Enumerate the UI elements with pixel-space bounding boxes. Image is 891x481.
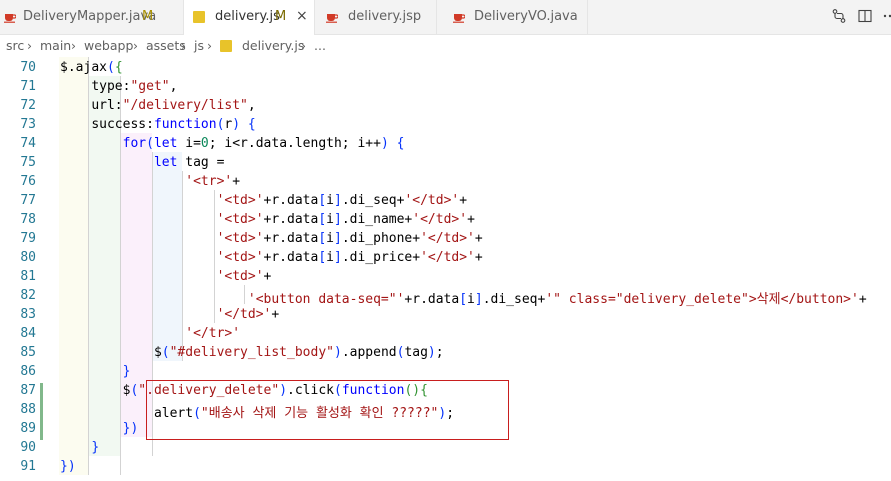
code-line[interactable]: } (29, 364, 131, 379)
breadcrumb-item-webapp[interactable]: webapp (84, 38, 133, 53)
breadcrumb-separator: › (207, 38, 212, 53)
breadcrumb-separator: › (181, 38, 186, 53)
compare-changes-icon[interactable] (831, 8, 847, 28)
breadcrumb: src › main › webapp › assets › js › delivery.js ›..… (0, 35, 891, 57)
breadcrumb-item-src[interactable]: src (6, 38, 24, 53)
code-line[interactable]: '<td>'+r.data[i].di_name+'</td>'+ (29, 212, 475, 227)
js-file-icon (220, 40, 232, 52)
breadcrumb-separator: › (27, 38, 32, 53)
js-icon (193, 11, 205, 23)
indent-band-2 (88, 76, 120, 456)
tab-label: delivery.js (215, 9, 280, 24)
breadcrumb-item-assets[interactable]: assets (146, 38, 186, 53)
tab-label: delivery.jsp (348, 9, 422, 24)
code-line[interactable]: '<td>'+r.data[i].di_price+'</td>'+ (29, 250, 483, 265)
modified-indicator: M (142, 9, 154, 24)
java-icon (4, 11, 17, 27)
code-line[interactable]: success:function(r) { (29, 117, 255, 132)
code-line[interactable]: for(let i=0; i<r.data.length; i++) { (29, 136, 405, 151)
code-line[interactable]: '</td>'+ (29, 307, 280, 322)
code-line[interactable]: let tag = (29, 155, 224, 170)
code-line[interactable]: '</tr>' (29, 326, 240, 341)
tab-label: DeliveryMapper.java (23, 9, 157, 24)
java-icon (326, 11, 339, 27)
code-line[interactable]: } (29, 440, 99, 455)
editor-tab-bar: DeliveryMapper.java Mdelivery.js M × deliver… (0, 0, 891, 35)
split-editor-icon[interactable] (857, 8, 873, 28)
breadcrumb-item-js[interactable]: js (194, 38, 204, 53)
tab-delivery-jsp[interactable]: delivery.jsp (315, 0, 437, 34)
tab-label: DeliveryVO.java (474, 9, 578, 24)
breadcrumb-separator: › (71, 38, 76, 53)
code-line[interactable]: '<button data-seq="'+r.data[i].di_seq+'"… (29, 288, 867, 307)
more-actions-icon[interactable] (882, 8, 891, 28)
code-line[interactable]: }) (29, 421, 139, 436)
tab-deliveryvo-java[interactable]: DeliveryVO.java (437, 0, 588, 34)
breadcrumb-separator: › (133, 38, 138, 53)
java-icon (453, 11, 466, 27)
highlight-box (146, 380, 509, 440)
breadcrumb-item-delivery-js[interactable]: delivery.js (242, 38, 304, 53)
breadcrumb-separator: › (301, 38, 306, 53)
code-line[interactable]: }) (29, 459, 76, 474)
modified-indicator: M (275, 9, 287, 24)
tab-delivery-js[interactable]: delivery.js M × (184, 0, 315, 35)
breadcrumb-item-more[interactable]: ... (314, 38, 326, 53)
close-icon[interactable]: × (296, 8, 308, 24)
code-line[interactable]: $.ajax({ (29, 60, 123, 75)
code-line[interactable]: $("#delivery_list_body").append(tag); (29, 345, 444, 360)
code-line[interactable]: '<td>'+r.data[i].di_seq+'</td>'+ (29, 193, 468, 208)
breadcrumb-item-main[interactable]: main (40, 38, 71, 53)
code-line[interactable]: type:"get", (29, 79, 177, 94)
code-line[interactable]: '<td>'+r.data[i].di_phone+'</td>'+ (29, 231, 483, 246)
code-line[interactable]: '<td>'+ (29, 269, 272, 284)
code-line[interactable]: url:"/delivery/list", (29, 98, 255, 113)
code-line[interactable]: '<tr>'+ (29, 174, 240, 189)
tab-deliverymapper-java[interactable]: DeliveryMapper.java M (0, 0, 184, 34)
code-editor[interactable]: 70 $.ajax({71 type:"get", 72 url:"/delive… (0, 57, 891, 481)
